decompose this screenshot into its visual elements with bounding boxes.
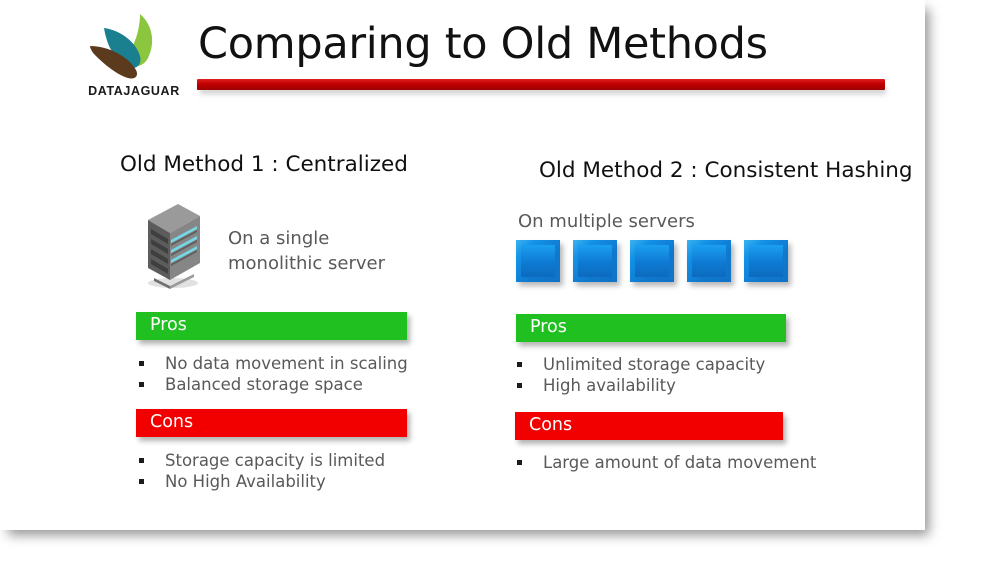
pros-label-right: Pros: [530, 317, 567, 337]
column-heading-old-method-2: Old Method 2 : Consistent Hashing: [539, 158, 913, 183]
list-item: No data movement in scaling: [136, 354, 408, 375]
cons-band-right: Cons: [515, 412, 783, 440]
list-item: Storage capacity is limited: [136, 451, 385, 472]
cons-band-left: Cons: [136, 409, 407, 437]
five-server-squares: [516, 240, 796, 286]
column-heading-old-method-1: Old Method 1 : Centralized: [120, 152, 408, 177]
cons-label-left: Cons: [150, 412, 194, 432]
pros-band-right: Pros: [516, 314, 786, 342]
list-item: Unlimited storage capacity: [514, 355, 765, 376]
pros-label-left: Pros: [150, 315, 187, 335]
pros-band-left: Pros: [136, 312, 407, 340]
cons-list-right: Large amount of data movement: [514, 453, 816, 474]
single-server-icon: [140, 198, 206, 290]
pros-list-right: Unlimited storage capacity High availabi…: [514, 355, 765, 396]
list-item: High availability: [514, 376, 765, 397]
server-square: [573, 240, 617, 282]
page-title: Comparing to Old Methods: [198, 19, 768, 69]
server-square: [516, 240, 560, 282]
caption-single-server: On a single monolithic server: [228, 226, 385, 276]
pros-list-left: No data movement in scaling Balanced sto…: [136, 354, 408, 395]
caption-multiple-servers: On multiple servers: [518, 211, 695, 232]
list-item: No High Availability: [136, 472, 385, 493]
logo-wordmark: DATAJAGUAR: [88, 84, 180, 98]
server-square: [687, 240, 731, 282]
title-rule: [197, 79, 885, 90]
cons-label-right: Cons: [529, 415, 573, 435]
server-square: [744, 240, 788, 282]
cons-list-left: Storage capacity is limited No High Avai…: [136, 451, 385, 492]
server-square: [630, 240, 674, 282]
caption-line-2: monolithic server: [228, 253, 386, 274]
caption-line-1: On a single: [228, 228, 330, 249]
list-item: Balanced storage space: [136, 375, 408, 396]
logo-leaves-icon: [90, 14, 153, 79]
datajaguar-logo: DATAJAGUAR: [84, 12, 184, 104]
slide-canvas: DATAJAGUAR Comparing to Old Methods Old …: [0, 0, 925, 530]
list-item: Large amount of data movement: [514, 453, 816, 474]
